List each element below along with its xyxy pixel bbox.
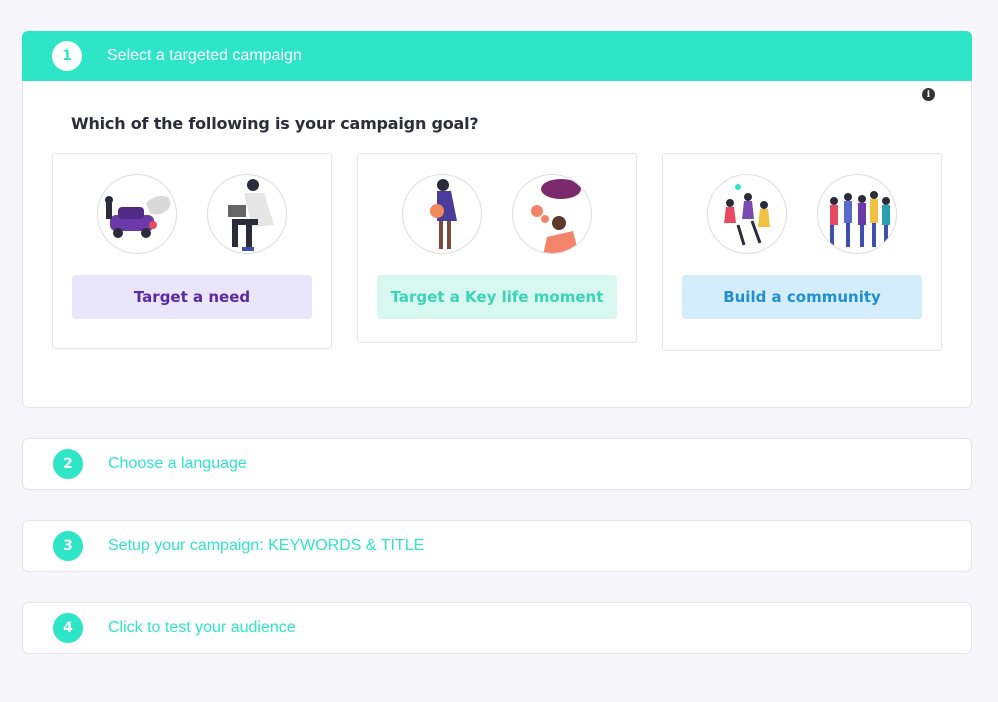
step-4-number: 4 (53, 613, 83, 643)
target-life-moment-button[interactable]: Target a Key life moment (377, 275, 617, 319)
step-3-number: 3 (53, 531, 83, 561)
step-1-panel: 1 Select a targeted campaign i Which of … (22, 31, 972, 408)
laptop-person-illustration (207, 174, 287, 254)
celebrating-group-illustration (817, 174, 897, 254)
step-2-title: Choose a language (108, 455, 247, 472)
step-3-title: Setup your campaign: KEYWORDS & TITLE (108, 537, 425, 554)
step-3-header[interactable]: 3 Setup your campaign: KEYWORDS & TITLE (23, 521, 971, 571)
step-4-header[interactable]: 4 Click to test your audience (23, 603, 971, 653)
pregnant-woman-illustration (402, 174, 482, 254)
step-1-header[interactable]: 1 Select a targeted campaign (22, 31, 972, 81)
step-2-header[interactable]: 2 Choose a language (23, 439, 971, 489)
step-1-number: 1 (52, 41, 82, 71)
step-2-panel[interactable]: 2 Choose a language (22, 438, 972, 490)
step-4-panel[interactable]: 4 Click to test your audience (22, 602, 972, 654)
step-3-panel[interactable]: 3 Setup your campaign: KEYWORDS & TITLE (22, 520, 972, 572)
goal-card-need[interactable]: Target a need (52, 153, 332, 349)
build-community-button[interactable]: Build a community (682, 275, 922, 319)
info-icon[interactable]: i (922, 88, 935, 101)
step-4-title: Click to test your audience (108, 619, 296, 636)
dancing-people-illustration (707, 174, 787, 254)
step-2-number: 2 (53, 449, 83, 479)
goal-card-community[interactable]: Build a community (662, 153, 942, 351)
target-need-button[interactable]: Target a need (72, 275, 312, 319)
campaign-goal-question: Which of the following is your campaign … (71, 114, 479, 133)
thinking-person-illustration (512, 174, 592, 254)
car-breakdown-illustration (97, 174, 177, 254)
step-1-title: Select a targeted campaign (107, 47, 302, 64)
goal-card-life-moment[interactable]: Target a Key life moment (357, 153, 637, 343)
